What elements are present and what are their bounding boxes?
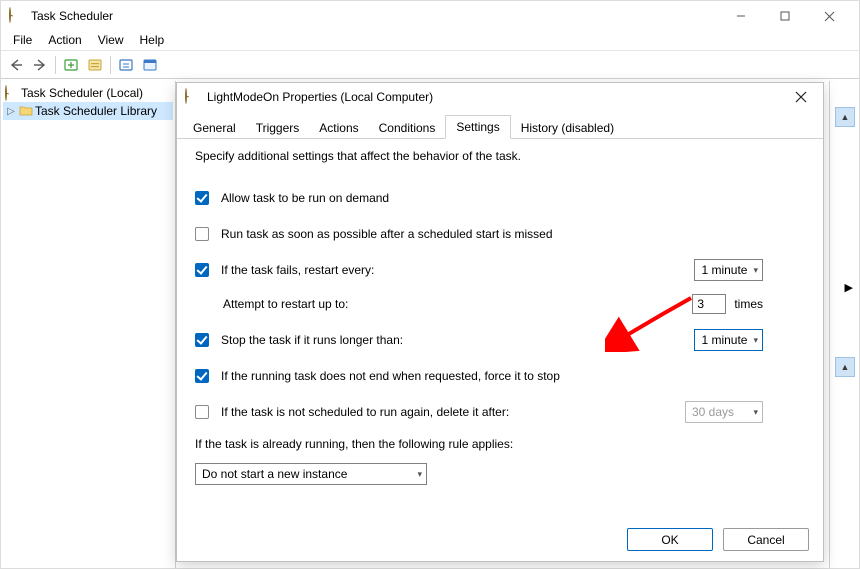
row-run-asap: Run task as soon as possible after a sch… (195, 223, 805, 245)
tab-actions[interactable]: Actions (309, 117, 368, 139)
toolbar-button-3[interactable] (115, 54, 137, 76)
label-delete-after: If the task is not scheduled to run agai… (221, 405, 509, 419)
select-restart-every-value: 1 minute (701, 263, 747, 277)
clock-icon (185, 89, 201, 105)
window-controls (719, 1, 851, 31)
select-restart-every[interactable]: 1 minute ▾ (694, 259, 763, 281)
label-allow-on-demand: Allow task to be run on demand (221, 191, 389, 205)
cancel-button[interactable]: Cancel (723, 528, 809, 551)
minimize-button[interactable] (719, 1, 763, 31)
checkbox-restart-every[interactable] (195, 263, 209, 277)
checkbox-run-asap[interactable] (195, 227, 209, 241)
tab-triggers[interactable]: Triggers (246, 117, 310, 139)
actions-panel-scroll[interactable]: ▶ (845, 281, 853, 294)
tree-root-label: Task Scheduler (Local) (21, 86, 143, 100)
properties-dialog: LightModeOn Properties (Local Computer) … (176, 82, 824, 562)
label-attempt-restart: Attempt to restart up to: (223, 297, 348, 311)
checkbox-force-stop[interactable] (195, 369, 209, 383)
row-delete-after: If the task is not scheduled to run agai… (195, 401, 805, 423)
dialog-close-button[interactable] (787, 85, 815, 109)
row-stop-if-longer: Stop the task if it runs longer than: 1 … (195, 329, 805, 351)
close-button[interactable] (807, 1, 851, 31)
actions-panel-header-2[interactable]: ▲ (835, 357, 855, 377)
actions-panel-header-1[interactable]: ▲ (835, 107, 855, 127)
chevron-down-icon: ▾ (417, 469, 422, 480)
folder-icon (19, 104, 33, 118)
tab-general[interactable]: General (183, 117, 246, 139)
maximize-button[interactable] (763, 1, 807, 31)
label-restart-every: If the task fails, restart every: (221, 263, 374, 277)
clock-icon (5, 86, 19, 100)
dialog-body: Specify additional settings that affect … (177, 139, 823, 485)
label-running-rule: If the task is already running, then the… (195, 437, 805, 451)
chevron-down-icon: ▾ (753, 265, 758, 276)
dialog-titlebar: LightModeOn Properties (Local Computer) (177, 83, 823, 111)
toolbar-button-4[interactable] (139, 54, 161, 76)
titlebar: Task Scheduler (1, 1, 859, 31)
menu-file[interactable]: File (7, 31, 38, 50)
row-attempt-restart: Attempt to restart up to: 3 times (195, 293, 805, 315)
actions-panel: ▲ ▶ ▲ (829, 81, 859, 568)
input-attempt-restart[interactable]: 3 (692, 294, 726, 314)
chevron-down-icon: ▾ (753, 335, 758, 346)
dialog-title: LightModeOn Properties (Local Computer) (207, 90, 787, 104)
select-stop-if-longer[interactable]: 1 minute ▾ (694, 329, 763, 351)
tree-panel: Task Scheduler (Local) ▷ Task Scheduler … (1, 81, 176, 568)
tree-library[interactable]: ▷ Task Scheduler Library (3, 102, 173, 120)
checkbox-delete-after[interactable] (195, 405, 209, 419)
checkbox-stop-if-longer[interactable] (195, 333, 209, 347)
row-allow-on-demand: Allow task to be run on demand (195, 187, 805, 209)
label-run-asap: Run task as soon as possible after a sch… (221, 227, 553, 241)
toolbar-button-1[interactable] (60, 54, 82, 76)
menu-view[interactable]: View (92, 31, 130, 50)
label-times: times (734, 297, 763, 311)
label-stop-if-longer: Stop the task if it runs longer than: (221, 333, 403, 347)
menu-help[interactable]: Help (134, 31, 171, 50)
ok-button[interactable]: OK (627, 528, 713, 551)
tree-root[interactable]: Task Scheduler (Local) (3, 84, 173, 102)
label-force-stop: If the running task does not end when re… (221, 369, 560, 383)
checkbox-allow-on-demand[interactable] (195, 191, 209, 205)
chevron-down-icon: ▾ (753, 407, 758, 418)
toolbar (1, 51, 859, 79)
select-delete-after: 30 days ▾ (685, 401, 763, 423)
select-delete-after-value: 30 days (692, 405, 734, 419)
menubar: File Action View Help (1, 31, 859, 51)
tab-conditions[interactable]: Conditions (369, 117, 446, 139)
window-title: Task Scheduler (31, 9, 719, 23)
forward-button[interactable] (29, 54, 51, 76)
select-running-rule-value: Do not start a new instance (202, 467, 347, 481)
select-stop-if-longer-value: 1 minute (701, 333, 747, 347)
toolbar-separator (55, 56, 56, 74)
chevron-right-icon[interactable]: ▷ (5, 106, 17, 117)
app-icon (9, 8, 25, 24)
dialog-footer: OK Cancel (627, 528, 809, 551)
tab-settings[interactable]: Settings (445, 115, 510, 139)
row-force-stop: If the running task does not end when re… (195, 365, 805, 387)
back-button[interactable] (5, 54, 27, 76)
dialog-tabs: General Triggers Actions Conditions Sett… (177, 115, 823, 139)
menu-action[interactable]: Action (42, 31, 87, 50)
tab-history[interactable]: History (disabled) (511, 117, 624, 139)
row-restart-every: If the task fails, restart every: 1 minu… (195, 259, 805, 281)
toolbar-separator (110, 56, 111, 74)
select-running-rule[interactable]: Do not start a new instance ▾ (195, 463, 427, 485)
tree-library-label: Task Scheduler Library (35, 104, 157, 118)
settings-intro: Specify additional settings that affect … (195, 149, 805, 163)
toolbar-button-2[interactable] (84, 54, 106, 76)
